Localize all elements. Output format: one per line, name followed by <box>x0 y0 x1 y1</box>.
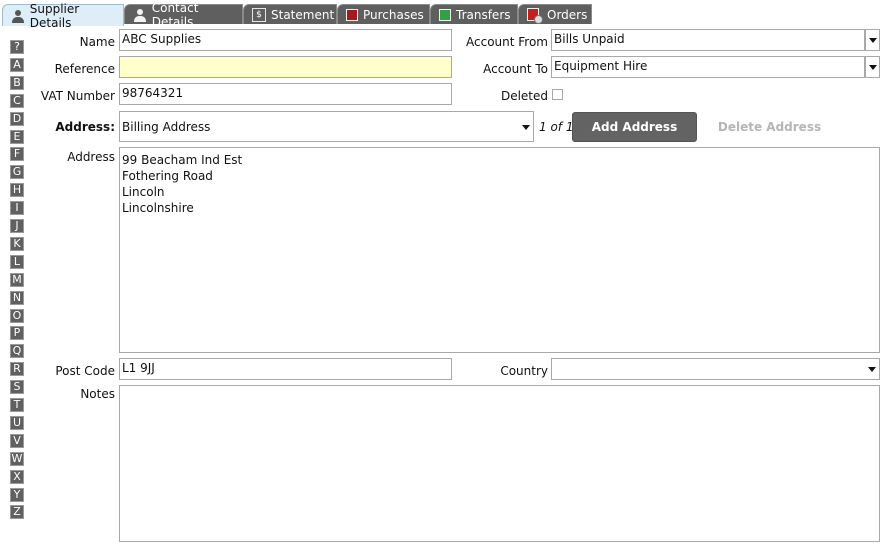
account-to-dropdown-button[interactable] <box>865 56 880 78</box>
orders-icon <box>527 8 543 24</box>
account-to-label: Account To <box>483 62 548 76</box>
account-from-select[interactable]: Bills Unpaid <box>551 29 865 51</box>
alphabet-letter-y[interactable]: Y <box>10 487 24 502</box>
alphabet-letter-d[interactable]: D <box>10 111 24 126</box>
address-line: Fothering Road <box>122 169 213 183</box>
tab-contact-details[interactable]: Contact Details <box>124 1 243 29</box>
alphabet-letter-e[interactable]: E <box>10 129 24 144</box>
alphabet-letter-other[interactable]: ? <box>10 40 24 54</box>
notes-textarea[interactable] <box>119 385 880 542</box>
alphabet-letter-v[interactable]: V <box>10 433 24 448</box>
address-line: 99 Beacham Ind Est <box>122 153 243 167</box>
tab-transfers[interactable]: Transfers <box>430 4 518 24</box>
vat-number-input[interactable]: 98764321 <box>119 83 452 105</box>
tab-supplier-details[interactable]: Supplier Details <box>2 2 124 30</box>
alphabet-letter-g[interactable]: G <box>10 165 24 180</box>
address-select-label: Address: <box>55 120 115 134</box>
address-line: Lincoln <box>122 185 165 199</box>
name-label: Name <box>79 35 115 49</box>
tab-label: Supplier Details <box>29 1 80 30</box>
reference-input[interactable] <box>119 56 452 78</box>
alphabet-letter-w[interactable]: W <box>10 451 24 466</box>
tab-label: Purchases <box>363 7 424 22</box>
alphabet-letter-h[interactable]: H <box>10 183 24 198</box>
chevron-down-icon <box>869 38 877 43</box>
address-label: Address <box>67 150 115 164</box>
alphabet-letter-m[interactable]: M <box>10 272 24 287</box>
alphabet-letter-t[interactable]: T <box>10 398 24 412</box>
alphabet-letter-q[interactable]: Q <box>10 344 24 359</box>
notes-label: Notes <box>80 387 115 401</box>
alphabet-letter-j[interactable]: J <box>10 219 24 233</box>
red-square-icon <box>346 8 358 21</box>
country-label: Country <box>500 364 548 378</box>
chevron-down-icon <box>522 125 530 130</box>
alphabet-letter-x[interactable]: X <box>10 469 24 484</box>
alphabet-letter-r[interactable]: R <box>10 362 24 377</box>
tab-orders[interactable]: Orders <box>518 4 592 24</box>
address-type-select[interactable]: Billing Address <box>119 111 534 142</box>
reference-label: Reference <box>54 62 115 76</box>
country-select[interactable] <box>551 358 880 380</box>
chevron-down-icon <box>869 65 877 70</box>
alphabet-letter-n[interactable]: N <box>10 290 24 305</box>
alphabet-letter-f[interactable]: F <box>10 147 24 162</box>
post-code-label: Post Code <box>55 364 115 378</box>
account-from-label: Account From <box>466 35 548 49</box>
tab-label: Orders <box>547 7 588 22</box>
address-type-value: Billing Address <box>122 120 211 134</box>
account-to-select[interactable]: Equipment Hire <box>551 56 865 78</box>
deleted-checkbox[interactable] <box>552 89 563 100</box>
post-code-input[interactable]: L1 9JJ <box>119 358 452 380</box>
name-input[interactable]: ABC Supplies <box>119 29 452 51</box>
tab-statement[interactable]: $ Statement <box>243 4 337 24</box>
alphabet-letter-l[interactable]: L <box>10 254 24 269</box>
delete-address-button[interactable]: Delete Address <box>707 120 832 134</box>
alphabet-letter-z[interactable]: Z <box>10 505 24 520</box>
address-pager: 1 of 1 <box>539 120 574 134</box>
statement-doc-icon: $ <box>252 7 266 22</box>
alphabet-letter-s[interactable]: S <box>10 380 24 395</box>
alphabet-letter-i[interactable]: I <box>10 201 24 216</box>
alphabet-letter-p[interactable]: P <box>10 326 24 341</box>
address-textarea[interactable]: 99 Beacham Ind Est Fothering Road Lincol… <box>119 147 880 353</box>
tab-purchases[interactable]: Purchases <box>337 4 430 24</box>
green-square-icon <box>439 8 451 21</box>
chevron-down-icon <box>868 367 876 372</box>
add-address-button[interactable]: Add Address <box>572 112 697 142</box>
tab-label: Statement <box>271 7 335 22</box>
alphabet-letter-o[interactable]: O <box>10 308 24 323</box>
address-line: Lincolnshire <box>122 201 194 215</box>
person-icon <box>133 8 147 22</box>
tab-label: Transfers <box>456 7 511 22</box>
vat-number-label: VAT Number <box>40 89 115 103</box>
tab-label: Contact Details <box>151 0 199 29</box>
person-icon <box>11 9 25 23</box>
alphabet-letter-b[interactable]: B <box>10 75 24 90</box>
alphabet-letter-a[interactable]: A <box>10 57 24 72</box>
account-from-dropdown-button[interactable] <box>865 29 880 51</box>
alphabet-letter-c[interactable]: C <box>10 93 24 108</box>
alphabet-letter-k[interactable]: K <box>10 236 24 251</box>
deleted-label: Deleted <box>500 89 548 103</box>
tab-bar: Supplier Details Contact Details $ State… <box>0 0 884 30</box>
alphabet-letter-u[interactable]: U <box>10 415 24 430</box>
